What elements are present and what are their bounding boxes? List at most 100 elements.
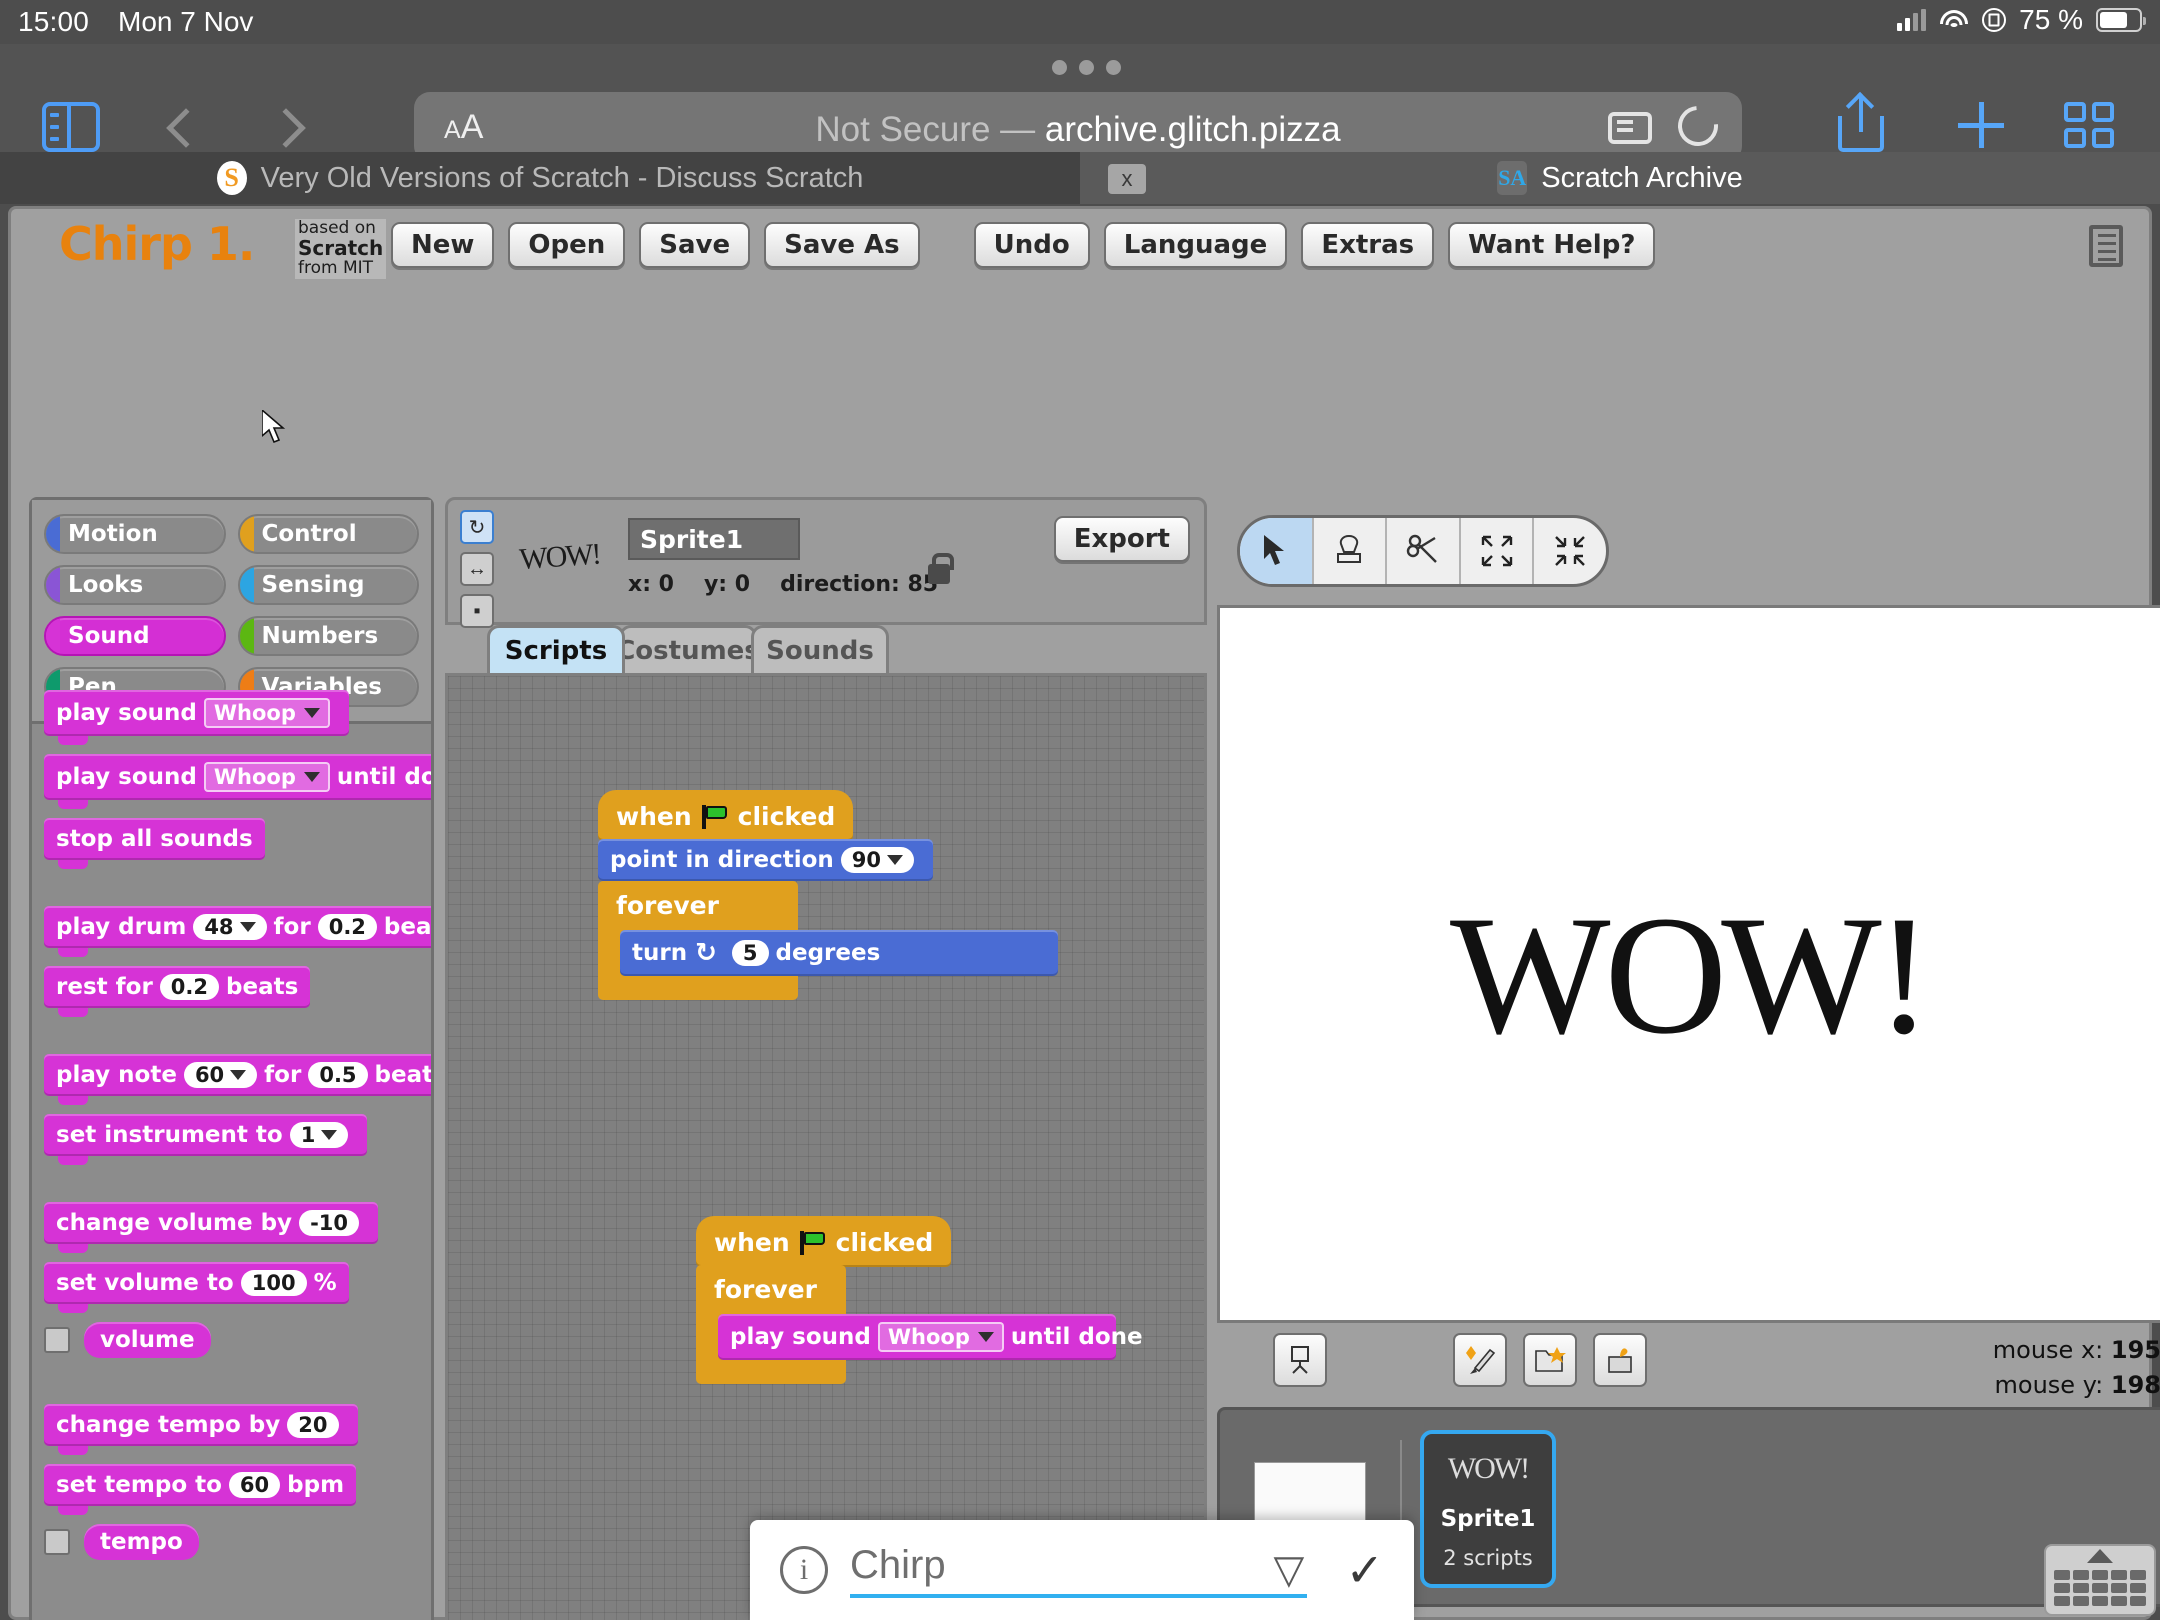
paint-new-sprite-icon[interactable] — [1453, 1333, 1507, 1387]
hat-when-flag-clicked[interactable]: when clicked — [696, 1216, 952, 1267]
grow-tool[interactable] — [1461, 518, 1535, 584]
info-icon[interactable]: i — [780, 1546, 828, 1594]
instrument-dropdown[interactable]: 1 — [289, 1122, 349, 1148]
block-forever[interactable]: forever play sound Whoop until done — [696, 1265, 1143, 1384]
sprite-name-input[interactable]: Sprite1 — [628, 518, 800, 560]
chevron-down-icon — [887, 855, 904, 865]
undo-button[interactable]: Undo — [973, 222, 1090, 268]
category-control[interactable]: Control — [237, 514, 419, 554]
reporter-volume[interactable]: volume — [84, 1322, 211, 1358]
rotation-lock-icon — [1982, 8, 2007, 32]
back-button-icon[interactable] — [166, 108, 206, 148]
triangle-down-icon[interactable] — [1273, 1547, 1307, 1593]
block-point-in-direction[interactable]: point in direction 90 — [598, 839, 934, 881]
block-play-sound-until-done[interactable]: play sound Whoop until done — [718, 1314, 1143, 1360]
sound-dropdown[interactable]: Whoop — [203, 698, 330, 728]
script-stack-2[interactable]: when clicked forever play sound Whoop un… — [696, 1216, 1143, 1384]
block-set-volume[interactable]: set volume to 100 % — [44, 1262, 349, 1313]
block-play-note[interactable]: play note 60 for 0.5 beats — [44, 1054, 431, 1105]
block-set-instrument[interactable]: set instrument to 1 — [44, 1114, 368, 1165]
rotate-icon[interactable]: ↻ — [460, 510, 494, 544]
text-suggestion-field[interactable]: Chirp — [850, 1543, 1308, 1598]
degrees-input[interactable]: 5 — [731, 940, 769, 966]
beats-input[interactable]: 0.5 — [308, 1062, 368, 1088]
scissors-tool[interactable] — [1387, 518, 1461, 584]
tab-scratch-archive[interactable]: SA Scratch Archive — [1080, 152, 2160, 204]
open-sprite-file-icon[interactable] — [1523, 1333, 1577, 1387]
sound-dropdown[interactable]: Whoop — [203, 762, 330, 792]
forward-button-icon[interactable] — [266, 108, 306, 148]
category-sensing[interactable]: Sensing — [237, 565, 419, 605]
save-button[interactable]: Save — [639, 222, 751, 268]
category-looks[interactable]: Looks — [44, 565, 226, 605]
close-tab-icon[interactable]: x — [1108, 164, 1146, 194]
flip-horizontal-icon[interactable]: ↔ — [460, 552, 494, 586]
stage[interactable]: WOW! — [1217, 605, 2160, 1323]
stamp-tool[interactable] — [1314, 518, 1388, 584]
block-turn-degrees[interactable]: turn ↻ 5 degrees — [620, 930, 1058, 976]
block-change-volume[interactable]: change volume by -10 — [44, 1202, 379, 1253]
multitasking-dots[interactable] — [1052, 60, 1121, 75]
menu-buttons: New Open Save Save As Undo Language Extr… — [391, 222, 1656, 268]
category-sound[interactable]: Sound — [44, 616, 226, 656]
share-icon[interactable] — [1838, 96, 1884, 152]
sprite-cell-sprite1[interactable]: WOW! Sprite1 2 scripts — [1420, 1430, 1556, 1588]
tab-scripts[interactable]: Scripts — [487, 625, 625, 673]
open-button[interactable]: Open — [508, 222, 626, 268]
keyboard-dismiss-icon[interactable] — [2044, 1544, 2156, 1616]
export-button[interactable]: Export — [1053, 516, 1190, 562]
mouse-coordinates: mouse x: 195 mouse y: 198 — [1993, 1333, 2160, 1403]
note-dropdown[interactable]: 60 — [183, 1062, 258, 1088]
tempo-input[interactable]: 60 — [228, 1472, 281, 1498]
drum-dropdown[interactable]: 48 — [193, 914, 267, 940]
tab-costumes[interactable]: Costumes — [616, 625, 760, 673]
category-motion[interactable]: Motion — [44, 514, 226, 554]
mouse-y-value: 198 — [2110, 1370, 2160, 1399]
block-change-tempo[interactable]: change tempo by 20 — [44, 1404, 358, 1455]
volume-watcher-checkbox[interactable] — [44, 1327, 70, 1353]
status-bar: 15:00 Mon 7 Nov 75 % — [0, 0, 2160, 44]
block-play-sound[interactable]: play sound Whoop — [44, 690, 349, 745]
logo-text: Chirp 1. — [59, 217, 255, 271]
stage-tool-bar — [1237, 515, 1609, 587]
scripts-canvas[interactable]: when clicked point in direction 90 forev… — [445, 673, 1207, 1620]
block-rest-for[interactable]: rest for 0.2 beats — [44, 966, 311, 1017]
direction-dropdown[interactable]: 90 — [840, 847, 915, 873]
new-tab-icon[interactable] — [1958, 102, 2004, 148]
beats-input[interactable]: 0.2 — [317, 914, 377, 940]
volume-delta-input[interactable]: -10 — [299, 1210, 360, 1236]
shrink-tool[interactable] — [1534, 518, 1606, 584]
arrow-tool[interactable] — [1240, 518, 1314, 584]
tempo-watcher-checkbox[interactable] — [44, 1529, 70, 1555]
beats-input[interactable]: 0.2 — [159, 974, 219, 1000]
block-play-drum[interactable]: play drum 48 for 0.2 beats — [44, 906, 431, 957]
tempo-delta-input[interactable]: 20 — [287, 1412, 339, 1438]
sound-dropdown[interactable]: Whoop — [877, 1322, 1004, 1352]
block-forever[interactable]: forever turn ↻ 5 degrees — [598, 881, 1058, 1000]
no-rotate-icon[interactable]: ▪ — [460, 594, 494, 628]
category-numbers[interactable]: Numbers — [237, 616, 419, 656]
wifi-icon — [1939, 9, 1969, 31]
block-play-sound-until-done[interactable]: play sound Whoop until done — [44, 754, 431, 809]
reporter-tempo[interactable]: tempo — [84, 1524, 199, 1560]
want-help-button[interactable]: Want Help? — [1448, 222, 1656, 268]
block-stop-all-sounds[interactable]: stop all sounds — [44, 818, 265, 869]
language-button[interactable]: Language — [1103, 222, 1288, 268]
block-set-tempo[interactable]: set tempo to 60 bpm — [44, 1464, 357, 1515]
save-as-button[interactable]: Save As — [764, 222, 920, 268]
reader-view-icon[interactable] — [1608, 112, 1652, 144]
checkmark-icon[interactable]: ✓ — [1345, 1543, 1384, 1597]
tab-sounds[interactable]: Sounds — [751, 625, 889, 673]
script-stack-1[interactable]: when clicked point in direction 90 forev… — [598, 790, 1058, 1000]
tab-overview-icon[interactable] — [2064, 102, 2114, 148]
new-button[interactable]: New — [391, 222, 495, 268]
volume-input[interactable]: 100 — [240, 1270, 307, 1296]
hat-when-flag-clicked[interactable]: when clicked — [598, 790, 854, 841]
extras-button[interactable]: Extras — [1301, 222, 1435, 268]
surprise-sprite-icon[interactable] — [1593, 1333, 1647, 1387]
lock-icon[interactable] — [928, 553, 954, 584]
project-notes-icon[interactable] — [2089, 225, 2123, 267]
presentation-mode-icon[interactable] — [1273, 1333, 1327, 1387]
tab-discuss-scratch[interactable]: S Very Old Versions of Scratch - Discuss… — [0, 152, 1080, 204]
sidebar-toggle-icon[interactable] — [42, 102, 100, 152]
